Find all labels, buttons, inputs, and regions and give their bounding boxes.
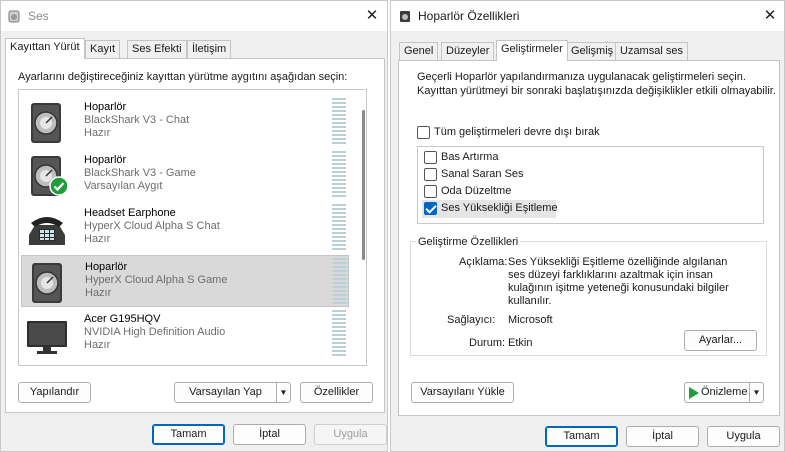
tab-levels[interactable]: Düzeyler: [441, 42, 495, 60]
speaker-icon: [32, 263, 62, 303]
state-value: Etkin: [508, 337, 533, 349]
enhancement-properties-title: Geliştirme Özellikleri: [416, 236, 521, 248]
disable-all-label: Tüm geliştirmeleri devre dışı bırak: [434, 126, 600, 138]
enhancements-description: Geçerli Hoparlör yapılandırmanıza uygula…: [417, 71, 776, 97]
list-item[interactable]: Acer G195HQV NVIDIA High Definition Audi…: [21, 308, 349, 360]
room-correction-checkbox[interactable]: [424, 185, 437, 198]
virtual-surround-checkbox[interactable]: [424, 168, 437, 181]
list-item[interactable]: Hoparlör HyperX Cloud Alpha S Game Hazır: [21, 255, 349, 307]
loudness-equalization-checkbox[interactable]: [424, 202, 437, 215]
preview-label: Önizleme: [701, 386, 748, 398]
volume-meter: [332, 98, 346, 146]
device-name: Hoparlör: [84, 154, 127, 166]
list-item[interactable]: Sanal Saran Ses: [422, 167, 582, 183]
sound-tabs: Kayıttan Yürüt Kayıt Ses Efekti İletişim: [5, 38, 383, 59]
device-status: Hazır: [85, 287, 112, 299]
device-description: NVIDIA High Definition Audio: [84, 326, 226, 338]
enhancement-label: Sanal Saran Ses: [441, 168, 524, 180]
sound-title: Ses: [28, 9, 49, 23]
telephone-icon: [29, 217, 65, 245]
playback-instruction: Ayarlarını değiştireceğiniz kayıttan yür…: [18, 71, 348, 83]
device-name: Hoparlör: [85, 261, 128, 273]
enhancement-label: Oda Düzeltme: [441, 185, 512, 197]
chevron-down-icon[interactable]: ▼: [749, 383, 763, 402]
properties-titlebar[interactable]: Hoparlör Özellikleri ✕: [391, 1, 784, 31]
provider-label: Sağlayıcı:: [447, 314, 496, 326]
apply-button[interactable]: Uygula: [707, 426, 780, 447]
speaker-app-icon: [400, 11, 410, 22]
provider-value: Microsoft: [508, 314, 553, 326]
properties-title: Hoparlör Özellikleri: [418, 9, 520, 23]
sound-dialog: Ses ✕ Kayıttan Yürüt Kayıt Ses Efekti İl…: [0, 0, 388, 452]
properties-tabs: Genel Düzeyler Geliştirmeler Gelişmiş Uz…: [395, 40, 780, 61]
bass-boost-checkbox[interactable]: [424, 151, 437, 164]
volume-meter: [332, 151, 346, 199]
list-item[interactable]: Headset Earphone HyperX Cloud Alpha S Ch…: [21, 202, 349, 254]
properties-close-icon[interactable]: ✕: [759, 5, 781, 27]
tab-spatial-sound[interactable]: Uzamsal ses: [615, 42, 688, 60]
speaker-icon: [31, 103, 61, 143]
list-item[interactable]: Bas Artırma: [422, 150, 582, 166]
list-item[interactable]: Oda Düzeltme: [422, 184, 582, 200]
device-description: HyperX Cloud Alpha S Game: [85, 274, 228, 286]
enhancement-list[interactable]: Bas Artırma Sanal Saran Ses Oda Düzeltme…: [417, 146, 764, 224]
preview-button[interactable]: Önizleme ▼: [684, 382, 764, 403]
device-description: HyperX Cloud Alpha S Chat: [84, 220, 220, 232]
settings-button[interactable]: Ayarlar...: [684, 330, 757, 351]
device-status: Hazır: [84, 127, 111, 139]
sound-titlebar[interactable]: Ses ✕: [1, 1, 387, 31]
device-name: Hoparlör: [84, 101, 127, 113]
device-list[interactable]: Hoparlör BlackShark V3 - Chat Hazır Hopa…: [18, 89, 367, 366]
device-status: Hazır: [84, 339, 111, 351]
device-name: Headset Earphone: [84, 207, 176, 219]
tab-enhancements[interactable]: Geliştirmeler: [496, 40, 568, 61]
volume-meter: [332, 204, 346, 252]
volume-meter: [332, 310, 346, 358]
volume-meter: [333, 258, 347, 306]
ok-button[interactable]: Tamam: [152, 424, 225, 445]
description-label: Açıklama:: [459, 256, 508, 268]
description-value: Ses Yüksekliği Eşitleme özelliğinde algı…: [508, 256, 729, 307]
list-item[interactable]: Hoparlör BlackShark V3 - Game Varsayılan…: [21, 149, 349, 201]
set-default-label: Varsayılan Yap: [189, 386, 262, 398]
restore-defaults-button[interactable]: Varsayılanı Yükle: [411, 382, 514, 403]
apply-button[interactable]: Uygula: [314, 424, 387, 445]
tab-general[interactable]: Genel: [399, 42, 439, 60]
device-status: Hazır: [84, 233, 111, 245]
tab-sound-effects[interactable]: Ses Efekti: [127, 40, 187, 58]
tab-communications[interactable]: İletişim: [187, 40, 232, 58]
disable-all-checkbox[interactable]: [417, 126, 430, 139]
device-description: BlackShark V3 - Chat: [84, 114, 190, 126]
device-status: Varsayılan Aygıt: [84, 180, 163, 192]
monitor-icon: [27, 321, 67, 354]
sound-app-icon: [8, 10, 20, 23]
tab-recording[interactable]: Kayıt: [85, 40, 121, 58]
tab-advanced[interactable]: Gelişmiş: [566, 42, 619, 60]
default-check-icon: [49, 176, 69, 196]
ok-button[interactable]: Tamam: [545, 426, 618, 447]
device-description: BlackShark V3 - Game: [84, 167, 196, 179]
device-list-scrollbar[interactable]: [362, 110, 365, 260]
state-label: Durum:: [469, 337, 506, 349]
play-icon: [689, 387, 699, 399]
enhancement-label: Ses Yüksekliği Eşitleme: [441, 202, 558, 214]
configure-button[interactable]: Yapılandır: [18, 382, 91, 403]
enhancement-label: Bas Artırma: [441, 151, 499, 163]
properties-button[interactable]: Özellikler: [300, 382, 373, 403]
cancel-button[interactable]: İptal: [233, 424, 306, 445]
cancel-button[interactable]: İptal: [626, 426, 699, 447]
device-name: Acer G195HQV: [84, 313, 161, 325]
list-item[interactable]: Ses Yüksekliği Eşitleme: [422, 200, 558, 218]
set-default-button[interactable]: Varsayılan Yap ▼: [174, 382, 291, 403]
list-item[interactable]: Hoparlör BlackShark V3 - Chat Hazır: [21, 96, 349, 148]
sound-close-icon[interactable]: ✕: [361, 5, 383, 27]
chevron-down-icon[interactable]: ▼: [276, 383, 290, 402]
tab-playback[interactable]: Kayıttan Yürüt: [5, 38, 85, 59]
